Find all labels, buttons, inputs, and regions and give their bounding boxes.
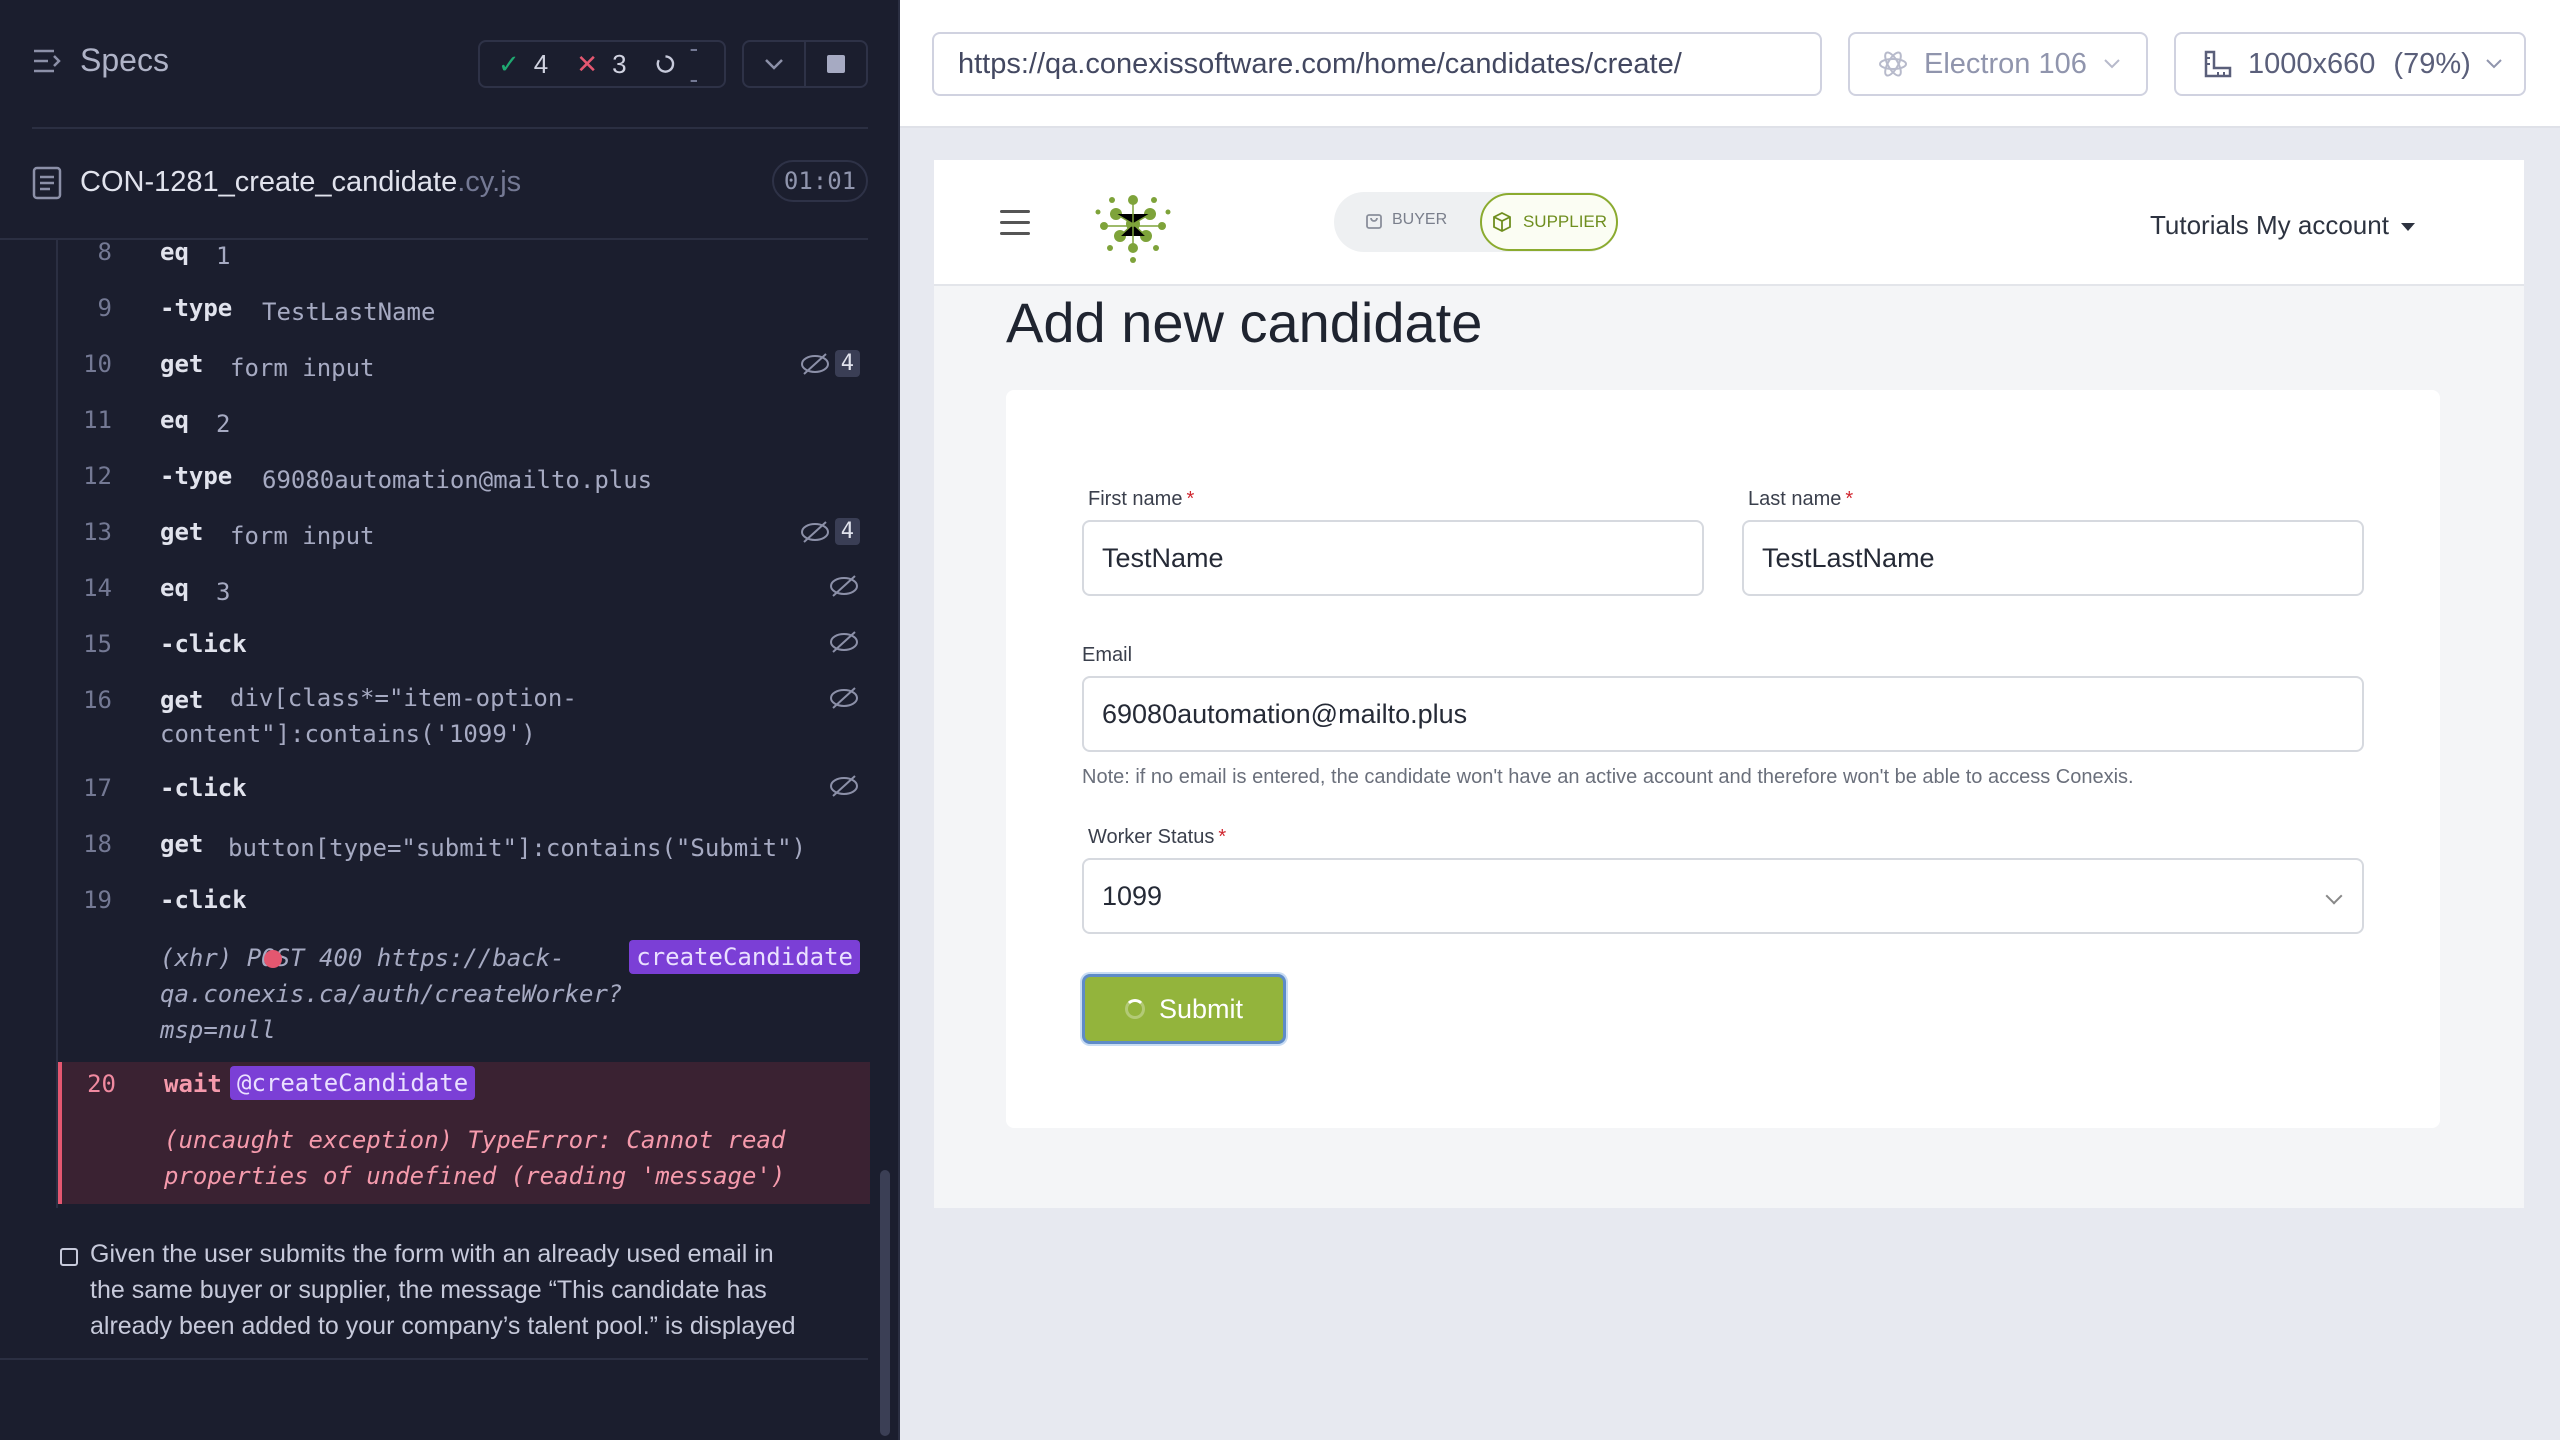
failed-command[interactable]: 20 wait @createCandidate (uncaught excep…: [58, 1062, 870, 1204]
electron-icon: [1879, 51, 1907, 77]
last-name-input[interactable]: TestLastName: [1742, 520, 2364, 596]
command-log-panel: Specs ✓ 4 ✕ 3 -- CON-1281_create_candida…: [0, 0, 900, 1440]
eye-slash-icon: [830, 631, 858, 653]
first-name-input[interactable]: TestName: [1082, 520, 1704, 596]
runner-controls: [742, 40, 868, 88]
xhr-line: msp=null: [160, 1016, 276, 1044]
passed-count: 4: [533, 48, 549, 79]
divider: [0, 1358, 868, 1360]
worker-status-value: 1099: [1102, 880, 1163, 911]
hidden-element-indicator: [828, 574, 860, 598]
pending-test-item[interactable]: Given the user submits the form with an …: [56, 1236, 856, 1344]
command-log-scrollbar[interactable]: [880, 1170, 890, 1436]
worker-status-label: Worker Status *: [1088, 826, 1227, 848]
box-icon: [1493, 211, 1511, 233]
viewport-selector[interactable]: 1000x660 (79%): [2174, 32, 2526, 96]
xhr-line: qa.conexis.ca/auth/createWorker?: [160, 980, 623, 1008]
eye-slash-icon: [830, 575, 858, 597]
specs-list-icon: [34, 49, 61, 72]
test-stats: ✓ 4 ✕ 3 --: [478, 33, 726, 94]
eye-slash-icon: [800, 520, 829, 543]
eye-slash-icon: [830, 775, 858, 797]
browser-selector[interactable]: Electron 106: [1848, 32, 2148, 96]
supplier-option[interactable]: SUPPLIER: [1480, 193, 1618, 251]
specs-header: Specs ✓ 4 ✕ 3 --: [0, 0, 898, 128]
conexis-logo: [1095, 195, 1171, 263]
chevron-down-icon: [2486, 59, 2502, 69]
passed-icon: ✓: [498, 48, 520, 79]
viewport-size: 1000x660: [2248, 47, 2376, 80]
loading-spinner-icon: [1124, 999, 1145, 1019]
hidden-element-indicator: 4: [799, 350, 860, 377]
eye-slash-icon: [830, 687, 858, 709]
viewport-zoom: (79%): [2393, 47, 2471, 80]
wait-alias-badge: @createCandidate: [230, 1066, 476, 1100]
xhr-log-row[interactable]: (xhr) POST 400 https://back- qa.conexis.…: [58, 940, 870, 1050]
bag-icon: [1366, 214, 1382, 229]
xhr-line: (xhr) POST 400 https://back-: [160, 944, 565, 972]
error-message: (uncaught exception) TypeError: Cannot r…: [164, 1126, 786, 1190]
element-count-badge: 4: [834, 350, 860, 377]
pending-icon: [656, 55, 674, 73]
submit-button[interactable]: Submit: [1082, 974, 1286, 1044]
chevron-down-icon: [2325, 887, 2343, 905]
element-count-badge: 4: [834, 518, 860, 545]
buyer-option[interactable]: BUYER: [1364, 210, 1447, 230]
preview-toolbar: https://qa.conexissoftware.com/home/cand…: [900, 0, 2560, 128]
specs-toggle[interactable]: Specs: [32, 42, 169, 79]
xhr-alias-badge: createCandidate: [629, 940, 860, 974]
page-title: Add new candidate: [1006, 291, 1483, 354]
spec-file-name: CON-1281_create_candidate.cy.js: [80, 166, 522, 198]
hidden-element-indicator: 4: [799, 518, 860, 545]
candidate-form: First name * TestName Last name * TestLast…: [1006, 390, 2440, 1128]
tutorials-link[interactable]: Tutorials: [2150, 210, 2249, 241]
email-note: Note: if no email is entered, the candid…: [1082, 766, 2134, 788]
spec-file-row[interactable]: CON-1281_create_candidate.cy.js 01:01: [0, 150, 898, 216]
pending-checkbox-icon: [60, 1248, 78, 1266]
command-list: 8 eq 1 9 -type TestLastName 10 get form …: [56, 238, 870, 1208]
my-account-menu[interactable]: My account: [2256, 210, 2415, 241]
email-label: Email: [1082, 644, 1133, 666]
eye-slash-icon: [800, 352, 829, 375]
collapse-button[interactable]: [744, 42, 804, 86]
specs-title: Specs: [80, 42, 169, 78]
xhr-status-dot: [264, 950, 282, 968]
failed-icon: ✕: [576, 48, 599, 79]
hidden-element-indicator: [828, 686, 860, 710]
failed-count: 3: [612, 48, 627, 79]
first-name-label: First name *: [1088, 488, 1195, 510]
last-name-label: Last name *: [1748, 488, 1854, 510]
chevron-down-icon: [765, 59, 783, 70]
hidden-element-indicator: [828, 774, 860, 798]
hidden-element-indicator: [828, 630, 860, 654]
menu-icon[interactable]: [1000, 210, 1030, 243]
app-preview-panel: https://qa.conexissoftware.com/home/cand…: [900, 0, 2560, 1440]
stop-icon: [827, 55, 845, 73]
chevron-down-icon: [2104, 59, 2120, 69]
spec-duration: 01:01: [772, 160, 868, 202]
divider: [32, 127, 868, 129]
pending-count: --: [689, 33, 699, 94]
stop-button[interactable]: [804, 42, 866, 86]
app-navbar: BUYER SUPPLIER Tutorials My account: [934, 160, 2524, 286]
file-icon: [32, 166, 62, 200]
caret-down-icon: [2400, 223, 2415, 232]
email-input[interactable]: 69080automation@mailto.plus: [1082, 676, 2364, 752]
worker-status-select[interactable]: 1099: [1082, 858, 2364, 934]
buyer-supplier-toggle: BUYER SUPPLIER: [1334, 192, 1618, 252]
ruler-icon: [2204, 50, 2232, 78]
app-under-test: BUYER SUPPLIER Tutorials My account Add …: [934, 160, 2524, 1208]
browser-name: Electron 106: [1924, 47, 2087, 80]
url-bar[interactable]: https://qa.conexissoftware.com/home/cand…: [932, 32, 1822, 96]
